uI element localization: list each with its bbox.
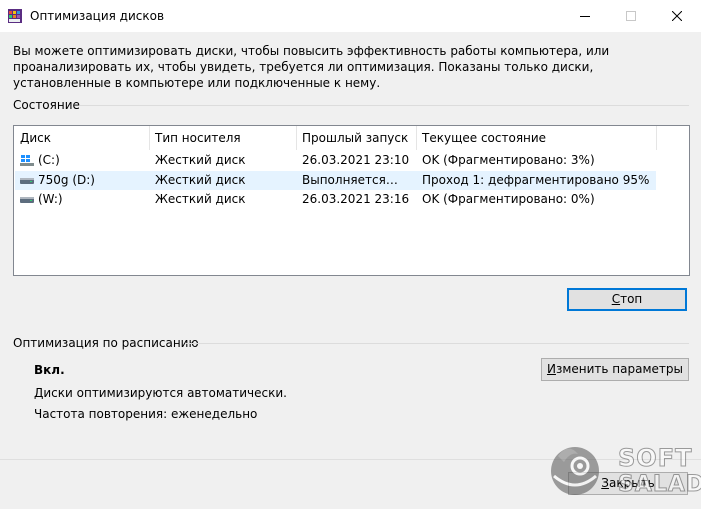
disk-list-header: Диск Тип носителя Прошлый запуск Текущее… xyxy=(14,126,689,150)
disk-name: 750g (D:) xyxy=(38,173,95,187)
window-title: Оптимизация дисков xyxy=(30,9,165,23)
schedule-description: Диски оптимизируются автоматически. xyxy=(34,386,287,400)
disk-last-run: 26.03.2021 23:10 xyxy=(302,153,410,167)
disk-list[interactable]: Диск Тип носителя Прошлый запуск Текущее… xyxy=(13,125,690,276)
column-header-state[interactable]: Текущее состояние xyxy=(416,126,546,150)
disk-media-type: Жесткий диск xyxy=(155,173,246,187)
minimize-button[interactable] xyxy=(562,0,608,32)
disk-name: (C:) xyxy=(38,153,60,167)
maximize-icon xyxy=(626,11,636,21)
defrag-app-icon xyxy=(8,9,22,23)
change-settings-button[interactable]: Изменить параметры xyxy=(541,358,689,381)
intro-text: Вы можете оптимизировать диски, чтобы по… xyxy=(13,44,610,90)
salad-logo-icon xyxy=(551,447,599,495)
schedule-section-label: Оптимизация по расписанию xyxy=(13,336,199,350)
disk-row[interactable]: (W:) Жесткий диск 26.03.2021 23:16 OK (Ф… xyxy=(15,190,656,209)
disk-row[interactable]: 750g (D:) Жесткий диск Выполняется… Прох… xyxy=(15,171,656,190)
title-bar: Оптимизация дисков xyxy=(0,0,701,32)
watermark-line2: SALAD xyxy=(617,472,701,498)
disk-media-type: Жесткий диск xyxy=(155,153,246,167)
disk-last-run: 26.03.2021 23:16 xyxy=(302,192,410,206)
schedule-section-divider xyxy=(185,343,689,344)
schedule-state: Вкл. xyxy=(34,363,65,377)
watermark-line1: SOFT xyxy=(617,444,693,473)
disk-state: Проход 1: дефрагментировано 95% xyxy=(422,173,650,187)
stop-button-label: топ xyxy=(620,292,643,306)
minimize-icon xyxy=(580,16,590,17)
column-separator[interactable] xyxy=(656,126,657,150)
change-settings-accel: И xyxy=(546,362,556,376)
maximize-button[interactable] xyxy=(608,0,654,32)
column-header-media[interactable]: Тип носителя xyxy=(149,126,241,150)
close-window-button[interactable] xyxy=(654,0,700,32)
disk-name: (W:) xyxy=(38,192,63,206)
stop-button[interactable]: Стоп xyxy=(567,288,687,311)
softsalad-watermark: SOFT SALAD xyxy=(540,436,701,506)
close-icon xyxy=(672,11,682,21)
disk-state: OK (Фрагментировано: 3%) xyxy=(422,153,595,167)
change-settings-label: зменить параметры xyxy=(555,362,683,376)
status-section-divider xyxy=(80,105,689,106)
disk-row[interactable]: (C:) Жесткий диск 26.03.2021 23:10 OK (Ф… xyxy=(15,151,656,170)
hard-drive-icon xyxy=(20,178,34,184)
stop-button-accel: С xyxy=(611,292,621,306)
status-section-label: Состояние xyxy=(13,98,80,112)
disk-media-type: Жесткий диск xyxy=(155,192,246,206)
column-header-disk[interactable]: Диск xyxy=(14,126,51,150)
column-header-last-run[interactable]: Прошлый запуск xyxy=(296,126,408,150)
disk-state: OK (Фрагментировано: 0%) xyxy=(422,192,595,206)
schedule-frequency: Частота повторения: еженедельно xyxy=(34,407,258,421)
windows-drive-icon xyxy=(20,155,34,166)
hard-drive-icon xyxy=(20,197,34,203)
disk-last-run: Выполняется… xyxy=(302,173,398,187)
